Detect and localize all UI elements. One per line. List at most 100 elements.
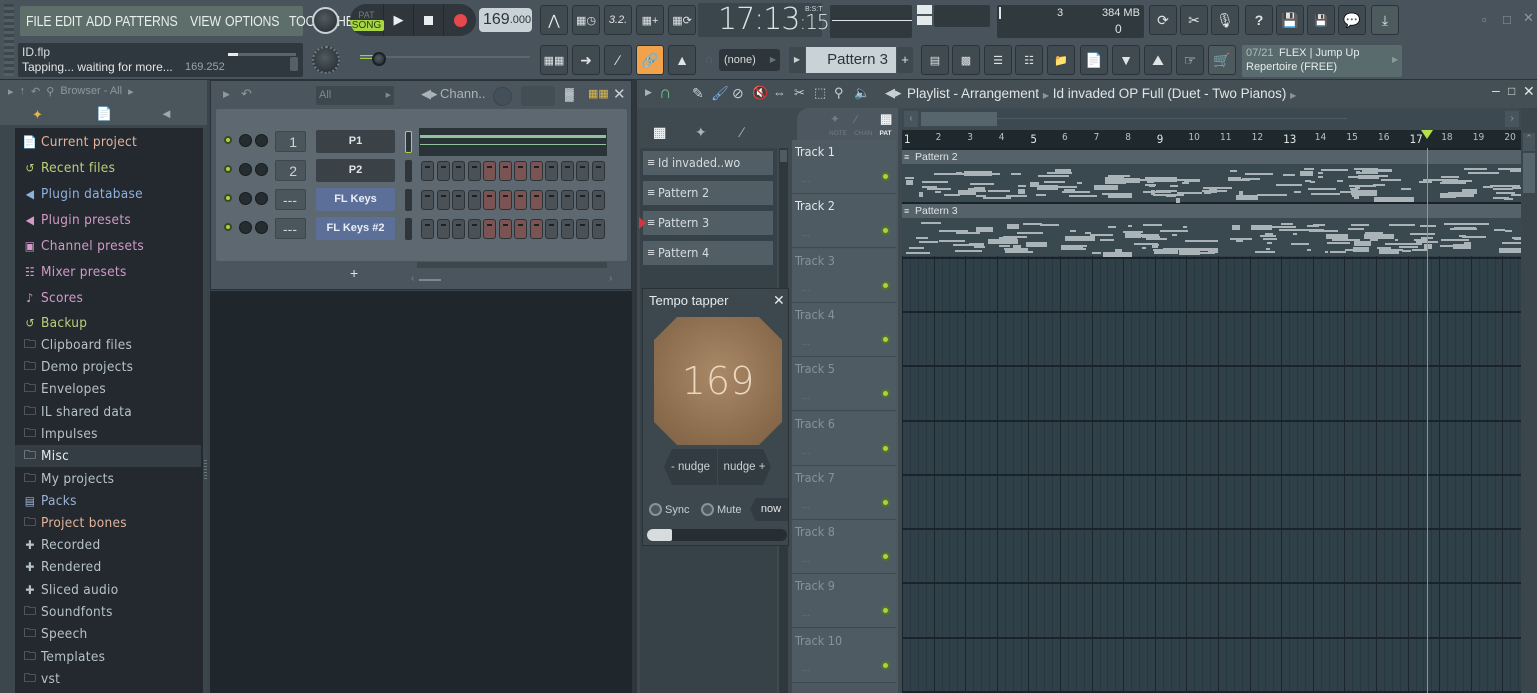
graph-editor-icon[interactable]: ▓ xyxy=(565,87,574,101)
browser-item[interactable]: ☷ Mixer presets xyxy=(15,261,201,283)
step-button[interactable] xyxy=(514,161,527,181)
wait-record-button[interactable]: ▦◷ xyxy=(572,5,600,35)
browser-item[interactable]: 🗀 Project bones xyxy=(15,512,201,534)
track-header[interactable]: Track 7 ... xyxy=(792,465,896,520)
track-header[interactable]: Track 6 ... xyxy=(792,411,896,466)
track-mute-led[interactable] xyxy=(881,552,890,562)
add-channel-button[interactable]: + xyxy=(350,265,358,281)
track-mute-led[interactable] xyxy=(881,226,890,236)
slip-tool-icon[interactable]: ⇔ xyxy=(773,85,786,100)
browser-item[interactable]: ◀ Plugin database xyxy=(15,183,201,205)
step-button[interactable] xyxy=(421,190,434,210)
pat-song-toggle[interactable]: PAT SONG xyxy=(350,4,385,36)
pattern-picker-item[interactable]: Pattern 4 xyxy=(643,241,773,265)
step-button[interactable] xyxy=(452,190,465,210)
touch-keyboard-button[interactable]: ☞ xyxy=(1176,45,1204,75)
close-app-button[interactable]: ✕ xyxy=(1523,10,1534,26)
paint-tool-icon[interactable]: 🖌 xyxy=(711,85,729,102)
channel-mute-led[interactable] xyxy=(224,165,232,173)
scroll-left-icon[interactable]: ‹ xyxy=(411,273,414,284)
track-header[interactable]: Track 5 ... xyxy=(792,357,896,412)
browser-item[interactable]: 🗀 Envelopes xyxy=(15,378,201,400)
piano-roll-window-button[interactable]: ▩ xyxy=(952,45,980,75)
save-button[interactable]: 💾 xyxy=(1276,5,1304,35)
step-sequencer-icon[interactable]: ▦▦ xyxy=(588,87,609,100)
track-mute-led[interactable] xyxy=(881,389,890,399)
loop-record-button[interactable]: ▦⟳ xyxy=(668,5,696,35)
step-button[interactable] xyxy=(483,161,496,181)
minimize-playlist-button[interactable]: – xyxy=(1492,82,1500,98)
record-audio-button[interactable]: 🎙 xyxy=(1211,5,1239,35)
browser-menu-arrow-icon[interactable]: ▸ xyxy=(128,85,134,98)
step-button[interactable] xyxy=(498,219,512,239)
track-options[interactable]: ... xyxy=(802,337,810,347)
pattern-picker-item[interactable]: Id invaded..wo Pianos) xyxy=(643,151,773,194)
track-options[interactable]: ... xyxy=(802,174,810,184)
track-options[interactable]: ... xyxy=(802,554,810,564)
menu-file[interactable]: FILE xyxy=(24,13,53,30)
tempo-display[interactable]: 169.000 xyxy=(479,8,532,32)
clip-body[interactable] xyxy=(902,164,1521,203)
clip-body[interactable] xyxy=(902,218,1521,258)
step-edit-button[interactable]: ➜ xyxy=(572,45,600,75)
browser-item[interactable]: 📄 Current project xyxy=(15,131,201,153)
picker-automation-icon[interactable]: ∕ xyxy=(741,124,743,140)
track-options[interactable]: ... xyxy=(802,391,810,401)
track-options[interactable]: ... xyxy=(802,283,810,293)
undo-history-button[interactable]: ⟳ xyxy=(1149,5,1177,35)
channel-select-indicator[interactable] xyxy=(405,218,412,240)
step-button[interactable] xyxy=(514,219,527,239)
menu-options[interactable]: OPTIONS xyxy=(223,13,281,30)
snap-selector[interactable]: (none) ▶ xyxy=(719,49,780,71)
note-filter-icon[interactable]: ✦ xyxy=(830,112,840,126)
track-header[interactable]: Track 8 ... xyxy=(792,520,896,575)
chan-filter-icon[interactable]: ∕ xyxy=(855,112,857,126)
magnet-snap-icon[interactable]: ∩ xyxy=(659,83,671,103)
menu-edit[interactable]: EDIT xyxy=(53,13,84,30)
swing-knob[interactable] xyxy=(493,87,512,106)
export-button[interactable]: 💾 xyxy=(1307,5,1335,35)
close-playlist-button[interactable]: ✕ xyxy=(1523,83,1535,100)
scroll-right-icon[interactable]: › xyxy=(609,273,612,284)
piano-roll-button[interactable]: ▦▦ xyxy=(540,45,568,75)
playlist-hscroll[interactable]: ‹ › xyxy=(902,108,1521,130)
browser-item[interactable]: ✚ Rendered xyxy=(15,556,201,578)
arrangement-grid[interactable]: ≡ Pattern 2 ≡ Pattern 3 xyxy=(902,148,1521,693)
browser-item[interactable]: ↺ Backup xyxy=(15,312,201,334)
browser-item[interactable]: ◀ Plugin presets xyxy=(15,209,201,231)
news-panel[interactable]: 07/21 FLEX | Jump Up Repertoire (FREE) ▶ xyxy=(1242,45,1402,77)
pat-filter-icon[interactable]: ▦ xyxy=(880,111,892,127)
timeline-ruler[interactable]: 1 2 3 4 5 6 7 8 9 10 11 12 13 14 15 16 17 18 19 20 xyxy=(902,130,1521,148)
master-volume-knob[interactable] xyxy=(312,7,339,34)
browser-item[interactable]: 🗀 Demo projects xyxy=(15,356,201,378)
delete-tool-icon[interactable]: ⊘ xyxy=(732,85,744,102)
menu-add[interactable]: ADD xyxy=(84,13,114,30)
pattern-selector[interactable]: Pattern 3 xyxy=(806,47,896,73)
step-button[interactable] xyxy=(452,161,465,181)
step-button[interactable] xyxy=(421,161,434,181)
channel-name-button[interactable]: P1 xyxy=(316,130,395,153)
step-button[interactable] xyxy=(498,190,512,210)
picker-audio-icon[interactable]: ✦ xyxy=(695,124,707,141)
pattern-picker-item[interactable]: Pattern 3 xyxy=(643,211,773,235)
typing-keyboard-button[interactable]: ▲ xyxy=(668,45,696,75)
track-mute-led[interactable] xyxy=(881,443,890,453)
hscroll-right-icon[interactable]: › xyxy=(1505,111,1519,127)
play-button[interactable]: ▶ xyxy=(384,4,414,36)
channel-volume-knob[interactable] xyxy=(239,192,252,205)
song-position-display[interactable]: 17:13:15 xyxy=(698,3,830,37)
countdown-button[interactable]: 3.2. xyxy=(604,5,632,35)
browser-button[interactable]: 📁 xyxy=(1047,45,1075,75)
audio-filter-icon[interactable]: ✦ xyxy=(32,107,43,123)
step-button[interactable] xyxy=(436,190,450,210)
undo-icon[interactable]: ↶ xyxy=(241,86,252,102)
slice-tool-icon[interactable]: ✂ xyxy=(794,85,805,101)
channel-name-button[interactable]: FL Keys #2 xyxy=(316,217,395,240)
pencil-tool-icon[interactable]: ✎ xyxy=(692,85,704,102)
channel-rack-button[interactable]: ☰ xyxy=(984,45,1012,75)
browser-item[interactable]: 🗀 IL shared data xyxy=(15,401,201,423)
mixer-track-number[interactable]: 1 xyxy=(275,131,306,152)
track-options[interactable]: ... xyxy=(802,608,810,618)
track-header[interactable]: Track 9 ... xyxy=(792,574,896,629)
step-button[interactable] xyxy=(483,190,496,210)
